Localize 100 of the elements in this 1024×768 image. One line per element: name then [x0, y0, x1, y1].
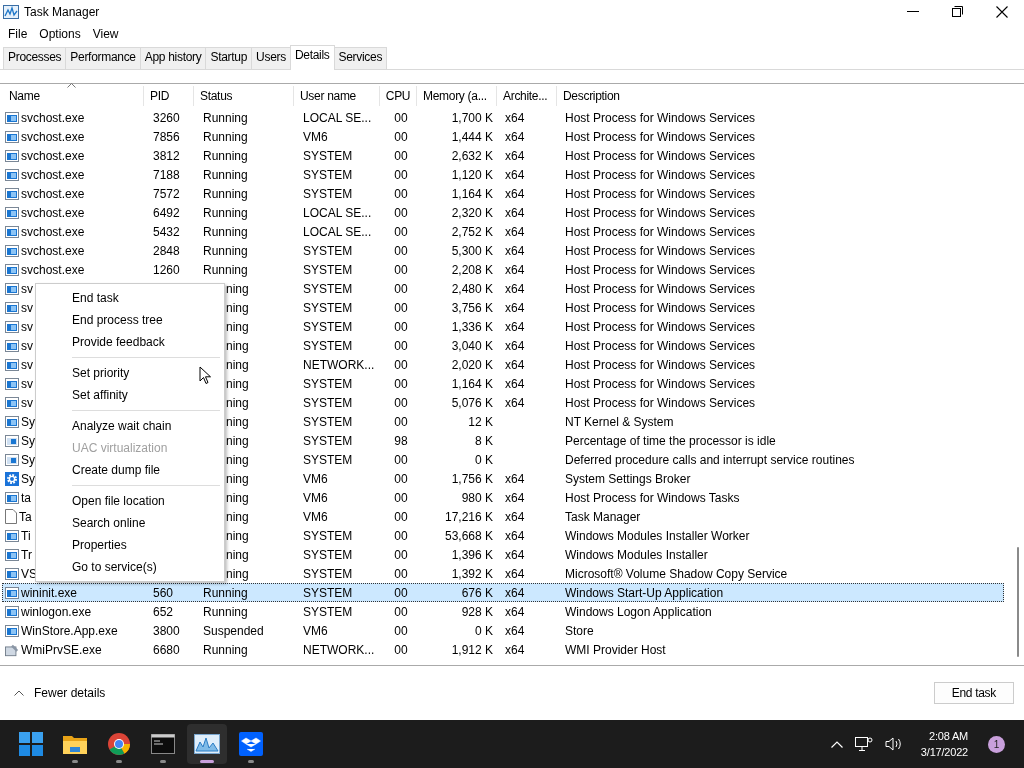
column-header[interactable]: Description — [563, 89, 620, 103]
status-cell: Running — [203, 585, 248, 600]
process-name: svchost.exe — [21, 148, 85, 163]
process-name: WmiPrvSE.exe — [21, 642, 102, 657]
context-menu-item[interactable]: Set priority — [36, 362, 224, 384]
description-cell: Host Process for Windows Services — [565, 186, 756, 201]
tab[interactable]: Details — [289, 45, 335, 70]
column-header[interactable]: Status — [200, 89, 233, 103]
tab[interactable]: App history — [139, 47, 207, 69]
menu-item[interactable]: Options — [39, 26, 81, 41]
architecture-cell: x64 — [505, 110, 525, 125]
architecture-cell: x64 — [505, 205, 525, 220]
context-menu-item[interactable]: Open file location — [36, 490, 224, 512]
context-menu-item[interactable]: Analyze wait chain — [36, 415, 224, 437]
memory-cell: 3,040 K — [451, 338, 493, 353]
close-icon[interactable] — [996, 5, 1008, 18]
memory-cell: 928 K — [461, 604, 493, 619]
tab[interactable]: Services — [333, 47, 388, 69]
window-icon — [5, 396, 19, 409]
column-header[interactable]: Name — [9, 89, 40, 103]
cpu-cell: 00 — [394, 148, 408, 163]
process-name: Ta — [19, 509, 32, 524]
column-header[interactable]: CPU — [385, 89, 411, 103]
pid-cell: 652 — [153, 604, 174, 619]
cpu-cell: 00 — [394, 338, 408, 353]
column-header[interactable]: PID — [150, 89, 170, 103]
status-cell: Running — [203, 262, 248, 277]
column-header[interactable]: Memory (a... — [423, 89, 487, 103]
tab[interactable]: Processes — [3, 47, 67, 69]
context-menu-item[interactable]: End process tree — [36, 309, 224, 331]
context-menu-item[interactable]: Search online — [36, 512, 224, 534]
status-cell: Running — [203, 129, 248, 144]
tab[interactable]: Performance — [65, 47, 141, 69]
context-menu-item[interactable]: Create dump file — [36, 459, 224, 481]
process-name: Sy — [21, 433, 35, 448]
minimize-icon[interactable] — [907, 10, 919, 13]
architecture-cell: x64 — [505, 490, 525, 505]
status-cell: ning — [226, 395, 249, 410]
clock-date[interactable]: 3/17/2022 — [920, 744, 968, 760]
description-cell: WMI Provider Host — [565, 642, 666, 657]
context-menu-item[interactable]: Provide feedback — [36, 331, 224, 353]
description-cell: Host Process for Windows Services — [565, 319, 756, 334]
process-name: winlogon.exe — [21, 604, 92, 619]
process-name: ta — [21, 490, 31, 505]
fewer-details-link[interactable]: Fewer details — [34, 686, 106, 700]
column-header[interactable]: Archite... — [503, 89, 548, 103]
pid-cell: 3260 — [153, 110, 180, 125]
network-icon[interactable] — [854, 736, 873, 752]
process-name: WinStore.App.exe — [21, 623, 118, 638]
description-cell: Host Process for Windows Services — [565, 281, 756, 296]
user-cell: NETWORK... — [303, 357, 375, 372]
window-icon — [5, 263, 19, 276]
process-name: svchost.exe — [21, 205, 85, 220]
status-cell: Running — [203, 243, 248, 258]
column-header[interactable]: User name — [300, 89, 356, 103]
end-task-button[interactable]: End task — [933, 682, 1014, 704]
memory-cell: 2,208 K — [451, 262, 493, 277]
notification-badge[interactable]: 1 — [988, 735, 1005, 753]
architecture-cell: x64 — [505, 243, 525, 258]
context-menu-item[interactable]: Go to service(s) — [36, 556, 224, 578]
window-icon — [5, 168, 19, 181]
description-cell: Windows Modules Installer Worker — [565, 528, 750, 543]
volume-icon[interactable] — [884, 736, 903, 752]
user-cell: VM6 — [303, 490, 328, 505]
context-menu-item[interactable]: Properties — [36, 534, 224, 556]
process-name: sv — [21, 300, 33, 315]
window-icon — [5, 225, 19, 238]
context-menu-item[interactable]: End task — [36, 287, 224, 309]
memory-cell: 1,164 K — [451, 376, 493, 391]
architecture-cell: x64 — [505, 167, 525, 182]
memory-cell: 12 K — [468, 414, 493, 429]
taskbar-app[interactable] — [187, 724, 227, 764]
memory-cell: 980 K — [461, 490, 493, 505]
cpu-cell: 00 — [394, 623, 408, 638]
cpu-cell: 00 — [394, 566, 408, 581]
process-name: sv — [21, 376, 33, 391]
clock-time[interactable]: 2:08 AM — [929, 728, 968, 744]
tab[interactable]: Users — [251, 47, 291, 69]
context-menu-item[interactable]: Set affinity — [36, 384, 224, 406]
menu-item[interactable]: File — [8, 26, 28, 41]
chevron-up-icon[interactable] — [14, 690, 24, 696]
status-cell: ning — [226, 433, 249, 448]
cpu-cell: 98 — [394, 433, 408, 448]
user-cell: SYSTEM — [303, 281, 353, 296]
memory-cell: 0 K — [475, 452, 493, 467]
status-cell: ning — [226, 281, 249, 296]
selected-row[interactable]: wininit.exe 560 Running SYSTEM 00 676 K x64 Windows Start-Up Application — [2, 583, 1004, 602]
memory-cell: 1,120 K — [451, 167, 493, 182]
status-cell: Running — [203, 604, 248, 619]
menu-item[interactable]: View — [92, 26, 119, 41]
scrollbar-thumb[interactable] — [1017, 547, 1019, 657]
cpu-cell: 00 — [394, 357, 408, 372]
maximize-icon[interactable] — [952, 6, 963, 17]
memory-cell: 1,396 K — [451, 547, 493, 562]
user-cell: SYSTEM — [303, 243, 353, 258]
tab[interactable]: Startup — [205, 47, 253, 69]
user-cell: VM6 — [303, 129, 328, 144]
user-cell: VM6 — [303, 509, 328, 524]
cpu-cell: 00 — [394, 110, 408, 125]
description-cell: Windows Start-Up Application — [565, 585, 724, 600]
